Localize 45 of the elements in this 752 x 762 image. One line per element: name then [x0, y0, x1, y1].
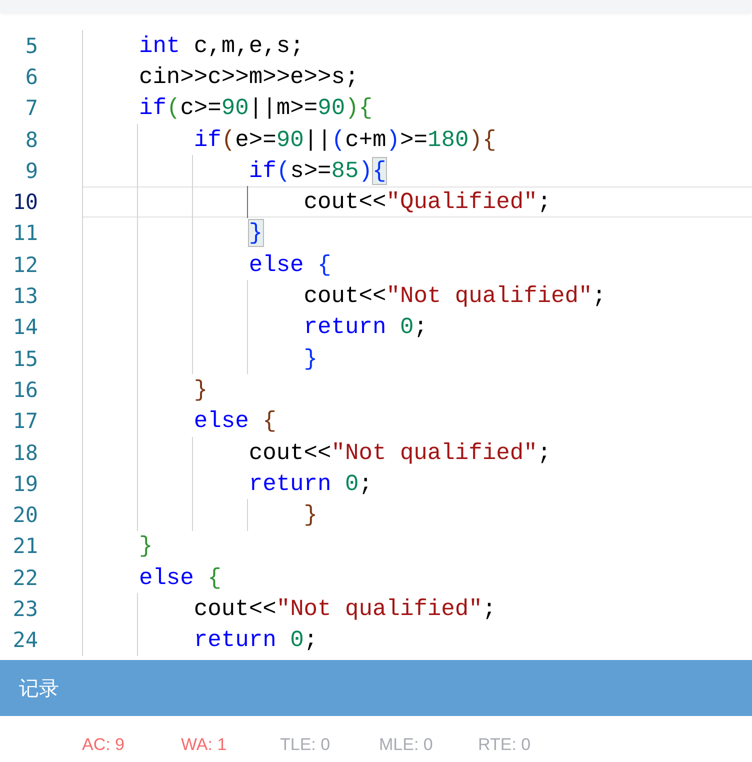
line-number: 20 [12, 503, 38, 528]
line-number: 15 [12, 346, 38, 371]
result-count: MLE: 0 [379, 735, 434, 755]
line-number: 17 [12, 409, 38, 434]
code-line: if(s>=85){ [248, 158, 386, 184]
code-line: else { [248, 252, 332, 278]
result-count: WA: 1 [181, 735, 228, 755]
code-line: cout<<"Not qualified"; [302, 283, 606, 310]
line-number: 16 [12, 378, 38, 402]
line-number: 24 [12, 628, 38, 652]
result-count: RTE: 0 [478, 735, 532, 755]
line-number: 5 [24, 34, 38, 58]
line-number: 14 [12, 315, 38, 340]
line-number: 18 [12, 440, 38, 464]
line-number: 12 [12, 252, 38, 277]
code-line: return 0; [248, 470, 373, 497]
line-number: 22 [12, 566, 38, 590]
code-line: } [302, 502, 318, 528]
result-count: TLE: 0 [280, 735, 332, 755]
line-number: 6 [24, 64, 38, 89]
code-line: else { [192, 408, 276, 434]
line-number: 11 [12, 221, 38, 246]
code-line: return 0; [192, 627, 318, 654]
code-line: if(e>=90||(c+m)>=180){ [192, 126, 496, 153]
code-line: } [302, 346, 318, 372]
line-number: 7 [24, 96, 38, 120]
code-line: cout<<"Not qualified"; [248, 440, 552, 466]
code-line: } [192, 376, 208, 403]
panel-title: 记录 [19, 676, 59, 702]
result-count: AC: 9 [82, 735, 126, 755]
line-number: 10 [12, 190, 38, 214]
line-number: 8 [24, 128, 38, 152]
code-line: cin>>c>>m>>e>>s; [138, 64, 359, 90]
code-line: if(c>=90||m>=90){ [138, 95, 373, 122]
code-line: return 0; [302, 314, 428, 340]
code-line: int c,m,e,s; [138, 32, 304, 59]
line-number: 19 [12, 472, 38, 496]
code-line: } [138, 533, 153, 560]
code-line: else { [138, 564, 222, 591]
code-line: cout<<"Not qualified"; [192, 596, 496, 622]
line-number: 21 [12, 534, 38, 558]
line-number: 13 [12, 284, 38, 308]
line-number: 9 [24, 158, 38, 183]
line-number: 23 [12, 596, 38, 621]
code-line: cout<<"Qualified"; [302, 189, 552, 216]
